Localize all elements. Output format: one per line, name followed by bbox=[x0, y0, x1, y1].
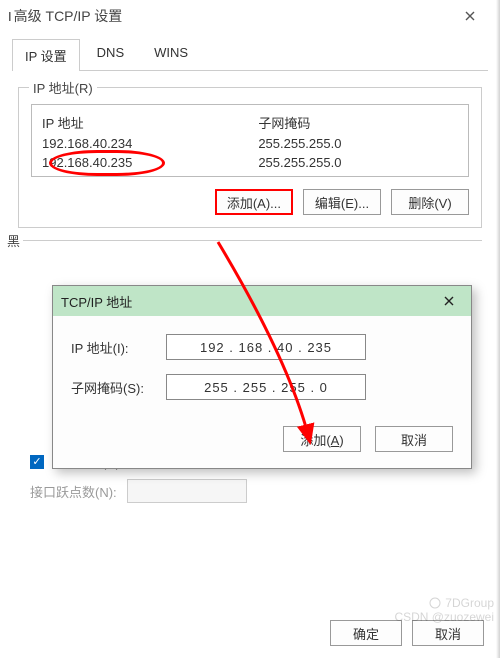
watermark-icon bbox=[429, 597, 441, 609]
tab-bar: IP 设置 DNS WINS bbox=[12, 38, 488, 71]
close-icon bbox=[465, 11, 475, 21]
modal-titlebar: TCP/IP 地址 bbox=[53, 286, 471, 316]
close-icon bbox=[444, 296, 454, 306]
gateway-legend-fragment: 黑 bbox=[4, 231, 23, 250]
window-title: 高级 TCP/IP 设置 bbox=[14, 6, 448, 26]
ip-button-row: 添加(A)... 编辑(E)... 删除(V) bbox=[31, 189, 469, 215]
ip-group-legend: IP 地址(R) bbox=[29, 78, 97, 97]
window-close-button[interactable] bbox=[448, 0, 492, 32]
cell-mask: 255.255.255.0 bbox=[258, 136, 458, 151]
ip-table-header: IP 地址 子网掩码 bbox=[32, 111, 468, 134]
interface-metric-row: 接口跃点数(N): bbox=[30, 479, 476, 503]
modal-button-row: 添加(A) 取消 bbox=[53, 420, 471, 468]
ip-address-table[interactable]: IP 地址 子网掩码 192.168.40.234 255.255.255.0 … bbox=[31, 104, 469, 177]
right-shadow bbox=[496, 0, 500, 658]
cell-mask: 255.255.255.0 bbox=[258, 155, 458, 170]
delete-ip-button[interactable]: 删除(V) bbox=[391, 189, 469, 215]
tcpip-address-dialog: TCP/IP 地址 IP 地址(I): 192 . 168 . 40 . 235… bbox=[52, 285, 472, 469]
watermark: 7DGroup CSDN @zuozewei bbox=[394, 596, 494, 624]
ip-field-label: IP 地址(I): bbox=[71, 338, 166, 357]
modal-cancel-button[interactable]: 取消 bbox=[375, 426, 453, 452]
auto-metric-checkbox[interactable]: ✓ bbox=[30, 455, 44, 469]
col-ip: IP 地址 bbox=[42, 113, 258, 132]
tab-ip-settings[interactable]: IP 设置 bbox=[12, 39, 80, 71]
modal-title: TCP/IP 地址 bbox=[61, 292, 435, 311]
ip-address-input[interactable]: 192 . 168 . 40 . 235 bbox=[166, 334, 366, 360]
modal-add-button[interactable]: 添加(A) bbox=[283, 426, 361, 452]
modal-close-button[interactable] bbox=[435, 294, 463, 309]
cell-ip: 192.168.40.235 bbox=[42, 155, 258, 170]
tab-wins[interactable]: WINS bbox=[141, 38, 201, 70]
mask-field-label: 子网掩码(S): bbox=[71, 378, 166, 397]
table-row[interactable]: 192.168.40.234 255.255.255.0 bbox=[32, 134, 468, 153]
titlebar: I 高级 TCP/IP 设置 bbox=[0, 0, 500, 32]
interface-metric-input bbox=[127, 479, 247, 503]
add-ip-button[interactable]: 添加(A)... bbox=[215, 189, 293, 215]
ok-button[interactable]: 确定 bbox=[330, 620, 402, 646]
window-prefix: I bbox=[8, 9, 12, 24]
edit-ip-button[interactable]: 编辑(E)... bbox=[303, 189, 381, 215]
interface-metric-label: 接口跃点数(N): bbox=[30, 482, 117, 501]
subnet-mask-input[interactable]: 255 . 255 . 255 . 0 bbox=[166, 374, 366, 400]
tab-dns[interactable]: DNS bbox=[84, 38, 137, 70]
ip-address-group: IP 地址(R) IP 地址 子网掩码 192.168.40.234 255.2… bbox=[18, 87, 482, 228]
col-mask: 子网掩码 bbox=[258, 113, 458, 132]
cell-ip: 192.168.40.234 bbox=[42, 136, 258, 151]
table-row[interactable]: 192.168.40.235 255.255.255.0 bbox=[32, 153, 468, 172]
